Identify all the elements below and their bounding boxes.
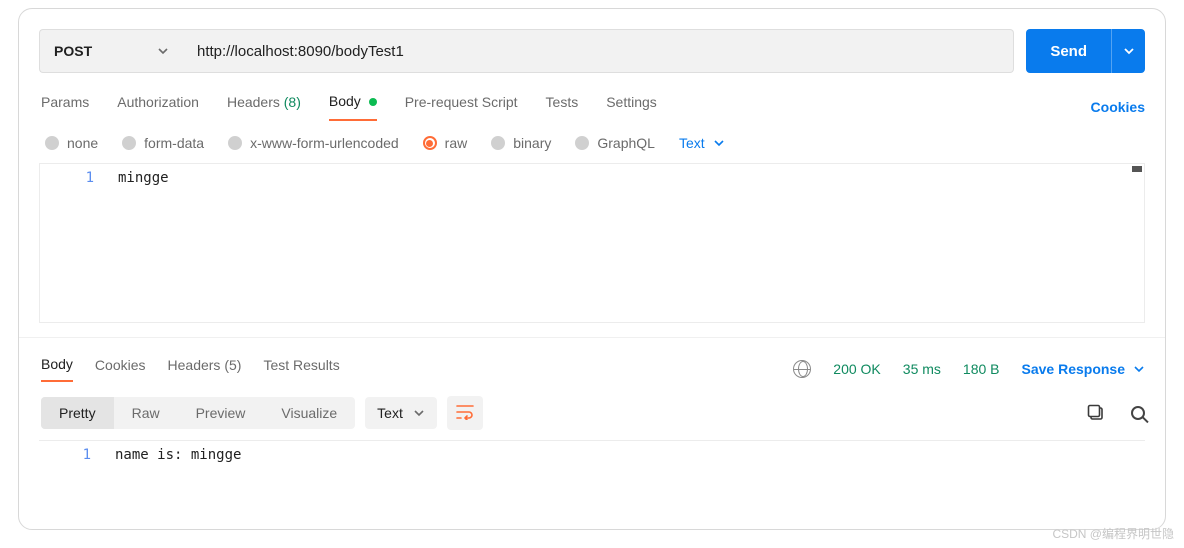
send-button[interactable]: Send [1026, 29, 1111, 73]
response-tabs: Body Cookies Headers (5) Test Results 20… [19, 337, 1165, 382]
search-icon[interactable] [1131, 406, 1145, 420]
app-window: POST http://localhost:8090/bodyTest1 Sen… [18, 8, 1166, 530]
chevron-down-icon [1123, 45, 1135, 57]
code-content: name is: mingge [107, 441, 241, 476]
globe-icon[interactable] [793, 360, 811, 378]
wrap-lines-button[interactable] [447, 396, 483, 430]
chevron-down-icon [713, 137, 725, 149]
tab-headers-count: (8) [284, 94, 301, 110]
line-gutter: 1 [39, 441, 107, 476]
request-row: POST http://localhost:8090/bodyTest1 Sen… [19, 9, 1165, 73]
resp-tab-cookies[interactable]: Cookies [95, 357, 146, 381]
response-size: 180 B [963, 361, 1000, 377]
resp-headers-label: Headers [168, 357, 221, 373]
body-type-form-data[interactable]: form-data [122, 135, 204, 151]
code-line: name is: mingge [115, 447, 241, 463]
chevron-down-icon [1133, 363, 1145, 375]
view-pretty-button[interactable]: Pretty [41, 397, 114, 429]
response-content-type-value: Text [377, 405, 403, 421]
body-type-label: none [67, 135, 98, 151]
tab-body-label: Body [329, 93, 361, 109]
send-group: Send [1026, 29, 1145, 73]
send-dropdown-button[interactable] [1111, 29, 1145, 73]
tab-params[interactable]: Params [41, 94, 89, 120]
response-time: 35 ms [903, 361, 941, 377]
tab-headers[interactable]: Headers (8) [227, 94, 301, 120]
content-type-value: Text [679, 135, 705, 151]
resp-tab-body[interactable]: Body [41, 356, 73, 382]
body-type-label: x-www-form-urlencoded [250, 135, 399, 151]
body-type-label: GraphQL [597, 135, 655, 151]
body-type-label: binary [513, 135, 551, 151]
status-code: 200 [833, 361, 856, 377]
body-type-none[interactable]: none [45, 135, 98, 151]
response-toolbar: Pretty Raw Preview Visualize Text [19, 382, 1165, 440]
radio-selected-icon [423, 136, 437, 150]
tab-settings[interactable]: Settings [606, 94, 657, 120]
response-body-editor[interactable]: 1 name is: mingge [39, 440, 1145, 476]
radio-icon [575, 136, 589, 150]
raw-content-type-select[interactable]: Text [679, 135, 725, 151]
radio-icon [45, 136, 59, 150]
chevron-down-icon [157, 45, 169, 57]
response-status: 200 OK [833, 361, 880, 377]
status-text-value: OK [861, 361, 881, 377]
radio-icon [491, 136, 505, 150]
body-type-xform[interactable]: x-www-form-urlencoded [228, 135, 399, 151]
dot-indicator-icon [369, 98, 377, 106]
request-tabs: Params Authorization Headers (8) Body Pr… [19, 73, 1165, 121]
radio-icon [228, 136, 242, 150]
url-value: http://localhost:8090/bodyTest1 [197, 43, 404, 60]
copy-icon[interactable] [1087, 404, 1105, 422]
url-input[interactable]: http://localhost:8090/bodyTest1 [183, 29, 1014, 73]
line-number: 1 [40, 170, 94, 186]
cookies-link[interactable]: Cookies [1091, 99, 1145, 115]
view-visualize-button[interactable]: Visualize [263, 397, 355, 429]
tab-body[interactable]: Body [329, 93, 377, 121]
line-gutter: 1 [40, 164, 110, 322]
radio-icon [122, 136, 136, 150]
tab-headers-label: Headers [227, 94, 280, 110]
http-method-select[interactable]: POST [39, 29, 183, 73]
resp-tab-headers[interactable]: Headers (5) [168, 357, 242, 381]
body-type-binary[interactable]: binary [491, 135, 551, 151]
save-response-label: Save Response [1022, 361, 1126, 377]
tab-authorization[interactable]: Authorization [117, 94, 199, 120]
body-type-options: none form-data x-www-form-urlencoded raw… [19, 121, 1165, 163]
body-type-graphql[interactable]: GraphQL [575, 135, 655, 151]
resp-headers-count: (5) [224, 357, 241, 373]
request-body-editor[interactable]: 1 mingge [39, 163, 1145, 323]
response-content-type-select[interactable]: Text [365, 397, 437, 429]
http-method-value: POST [54, 43, 92, 59]
body-type-raw[interactable]: raw [423, 135, 468, 151]
scrollbar-thumb[interactable] [1132, 166, 1142, 172]
save-response-button[interactable]: Save Response [1022, 361, 1146, 377]
code-content: mingge [110, 164, 169, 322]
tab-prerequest[interactable]: Pre-request Script [405, 94, 518, 120]
wrap-icon [456, 404, 474, 423]
watermark-text: CSDN @编程界明世隐 [1052, 525, 1174, 542]
tab-tests[interactable]: Tests [546, 94, 579, 120]
body-type-label: raw [445, 135, 468, 151]
chevron-down-icon [413, 407, 425, 419]
line-number: 1 [39, 447, 91, 463]
resp-tab-test-results[interactable]: Test Results [263, 357, 339, 381]
view-preview-button[interactable]: Preview [178, 397, 264, 429]
body-type-label: form-data [144, 135, 204, 151]
view-raw-button[interactable]: Raw [114, 397, 178, 429]
response-view-segment: Pretty Raw Preview Visualize [41, 397, 355, 429]
code-line: mingge [118, 170, 169, 186]
